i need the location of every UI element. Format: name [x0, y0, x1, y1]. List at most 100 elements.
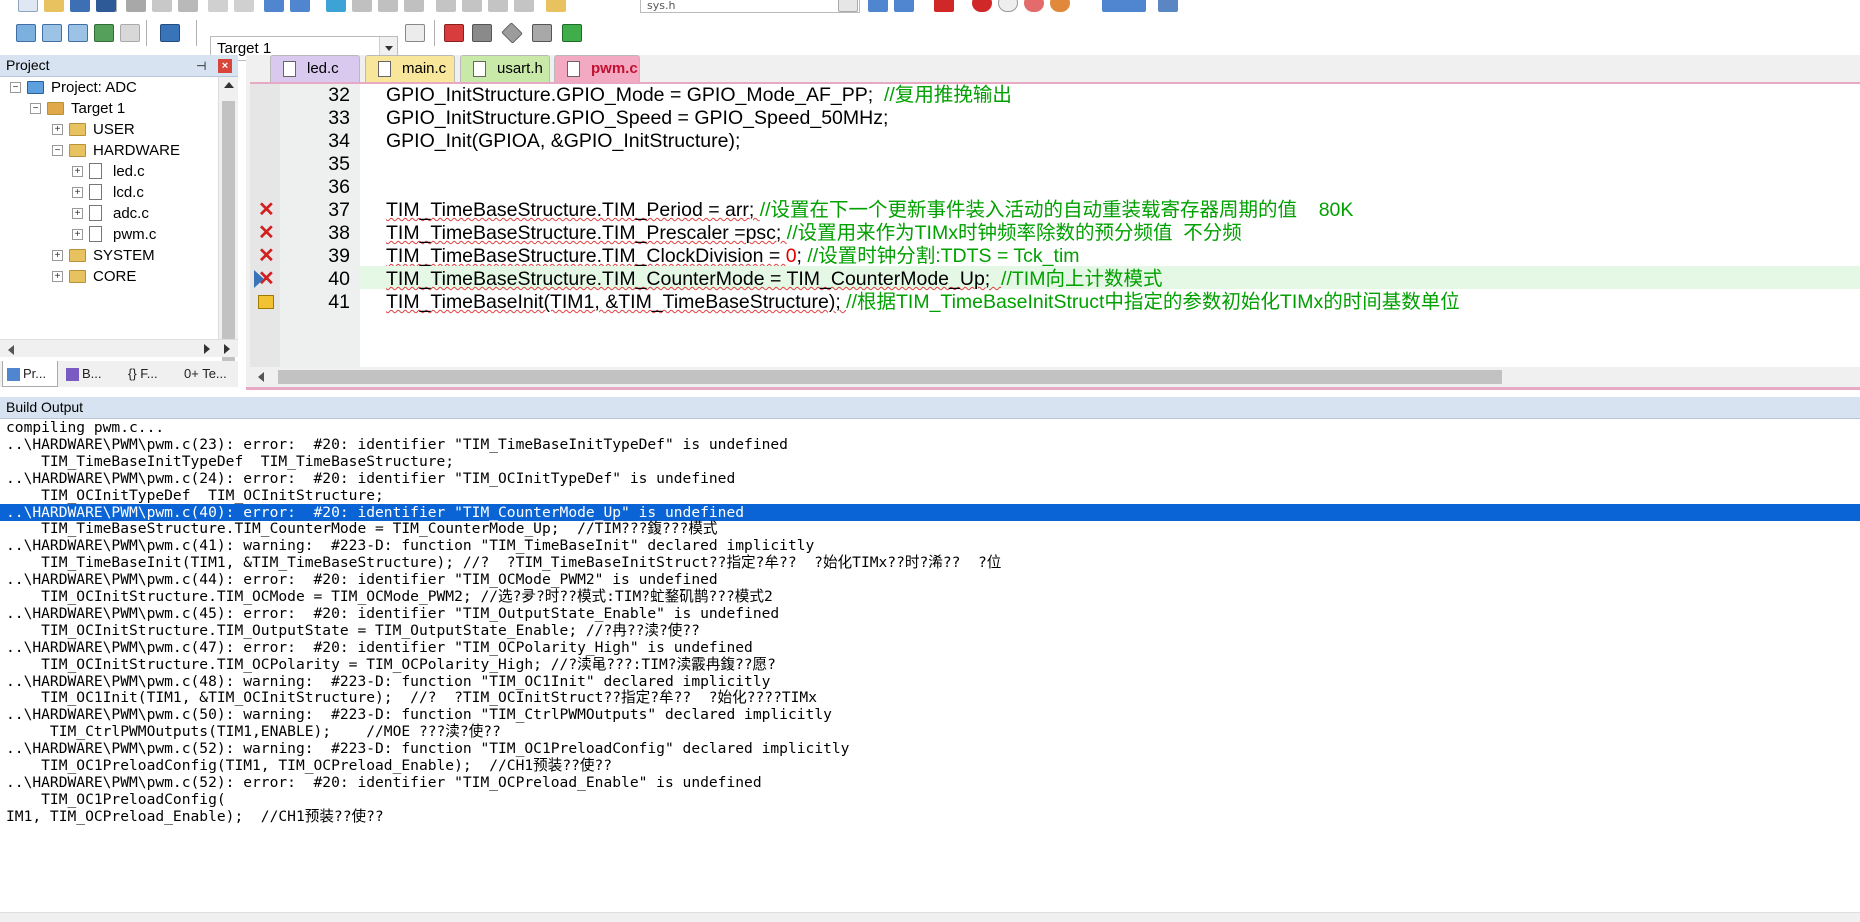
run-time-environment-icon[interactable] [562, 24, 582, 42]
expand-icon[interactable]: + [52, 271, 63, 282]
scroll-right-end-icon[interactable] [224, 344, 230, 354]
error-marker-icon[interactable]: ✕ [258, 200, 275, 220]
build-output-line[interactable]: ..\HARDWARE\PWM\pwm.c(50): warning: #223… [0, 706, 1860, 723]
build-output-line[interactable]: TIM_OC1Init(TIM1, &TIM_OCInitStructure);… [0, 689, 1860, 706]
batch-build-icon[interactable] [94, 24, 114, 42]
tree-item[interactable]: + pwm.c [0, 224, 218, 245]
build-output-line[interactable]: ..\HARDWARE\PWM\pwm.c(52): error: #20: i… [0, 774, 1860, 791]
code-line[interactable]: 41 TIM_TimeBaseInit(TIM1, &TIM_TimeBaseSt… [250, 289, 1860, 316]
build-output-line[interactable]: ..\HARDWARE\PWM\pwm.c(44): error: #20: i… [0, 571, 1860, 588]
scroll-left-icon[interactable] [8, 345, 14, 355]
code-editor[interactable]: 32 GPIO_InitStructure.GPIO_Mode = GPIO_Mo… [250, 82, 1860, 367]
breakpoint-kill-all-icon[interactable] [1050, 0, 1070, 12]
find-in-files-icon[interactable] [546, 0, 566, 12]
uncomment-icon[interactable] [514, 0, 534, 12]
build-output-line[interactable]: TIM_OCInitStructure.TIM_OCPolarity = TIM… [0, 656, 1860, 673]
debug-start-icon[interactable] [934, 0, 954, 12]
dropdown-arrow-icon[interactable] [838, 0, 858, 12]
build-output-line[interactable]: TIM_CtrlPWMOutputs(TIM1,ENABLE); //MOE ?… [0, 723, 1860, 740]
copy-icon[interactable] [152, 0, 172, 12]
bookmark-prev-icon[interactable] [352, 0, 372, 12]
close-icon[interactable]: × [218, 59, 232, 73]
scroll-thumb[interactable] [222, 101, 235, 363]
tree-item[interactable]: + SYSTEM [0, 245, 218, 266]
warning-marker-icon[interactable] [258, 295, 274, 309]
tree-item[interactable]: + USER [0, 119, 218, 140]
navigate-back-icon[interactable] [264, 0, 284, 12]
build-icon[interactable] [42, 24, 62, 42]
editor-tab[interactable]: led.c [270, 55, 360, 82]
expand-icon[interactable]: + [72, 166, 83, 177]
find-icon[interactable] [868, 0, 888, 12]
build-output[interactable]: compiling pwm.c... ..\HARDWARE\PWM\pwm.c(… [0, 419, 1860, 912]
build-output-line[interactable]: TIM_OCInitStructure.TIM_OutputState = TI… [0, 622, 1860, 639]
project-vertical-scrollbar[interactable] [218, 77, 238, 363]
find-combobox[interactable]: sys.h [640, 0, 860, 13]
scroll-thumb[interactable] [278, 370, 1502, 384]
pack-installer-icon[interactable] [532, 24, 552, 42]
bookmark-icon[interactable] [326, 0, 346, 12]
incremental-find-icon[interactable] [894, 0, 914, 12]
tree-item[interactable]: + led.c [0, 161, 218, 182]
build-output-line[interactable]: ..\HARDWARE\PWM\pwm.c(47): error: #20: i… [0, 639, 1860, 656]
tab-functions[interactable]: {} F... [124, 361, 180, 387]
pin-icon[interactable]: ⊣ [196, 59, 208, 73]
collapse-icon[interactable]: − [30, 103, 41, 114]
breakpoint-icon[interactable] [972, 0, 992, 12]
select-packs-icon[interactable] [472, 24, 492, 42]
build-output-line[interactable]: TIM_TimeBaseInitTypeDef TIM_TimeBaseStru… [0, 453, 1860, 470]
expand-icon[interactable]: + [72, 229, 83, 240]
new-file-icon[interactable] [18, 0, 38, 12]
unindent-icon[interactable] [462, 0, 482, 12]
tree-item[interactable]: + CORE [0, 266, 218, 287]
build-output-line[interactable]: TIM_OC1PreloadConfig(TIM1, TIM_OCPreload… [0, 757, 1860, 774]
collapse-icon[interactable]: − [10, 82, 21, 93]
expand-icon[interactable]: + [52, 250, 63, 261]
error-marker-icon[interactable]: ✕ [258, 246, 275, 266]
build-output-line[interactable]: ..\HARDWARE\PWM\pwm.c(24): error: #20: i… [0, 470, 1860, 487]
build-output-line[interactable]: ..\HARDWARE\PWM\pwm.c(41): warning: #223… [0, 537, 1860, 554]
target-options-icon[interactable] [405, 24, 425, 42]
build-output-line[interactable]: ..\HARDWARE\PWM\pwm.c(48): warning: #223… [0, 673, 1860, 690]
configure-icon[interactable] [1158, 0, 1178, 12]
build-output-line[interactable]: compiling pwm.c... [0, 419, 1860, 436]
cut-icon[interactable] [126, 0, 146, 12]
build-output-line[interactable]: ..\HARDWARE\PWM\pwm.c(23): error: #20: i… [0, 436, 1860, 453]
editor-tab[interactable]: pwm.c [554, 55, 640, 82]
collapse-icon[interactable]: − [52, 145, 63, 156]
build-output-line[interactable]: ..\HARDWARE\PWM\pwm.c(45): error: #20: i… [0, 605, 1860, 622]
tree-item[interactable]: + lcd.c [0, 182, 218, 203]
expand-icon[interactable]: + [72, 187, 83, 198]
indent-icon[interactable] [436, 0, 456, 12]
expand-icon[interactable]: + [52, 124, 63, 135]
build-output-line[interactable]: ..\HARDWARE\PWM\pwm.c(52): warning: #223… [0, 740, 1860, 757]
manage-rte-icon[interactable] [501, 22, 523, 44]
tree-item[interactable]: − Target 1 [0, 98, 218, 119]
tab-project[interactable]: Pr... [2, 361, 58, 387]
save-icon[interactable] [70, 0, 90, 12]
navigate-forward-icon[interactable] [290, 0, 310, 12]
translate-icon[interactable] [16, 24, 36, 42]
build-output-line[interactable]: ..\HARDWARE\PWM\pwm.c(40): error: #20: i… [0, 503, 1860, 521]
expand-icon[interactable]: + [72, 208, 83, 219]
build-output-line[interactable]: TIM_TimeBaseInit(TIM1, &TIM_TimeBaseStru… [0, 554, 1860, 571]
editor-tab[interactable]: main.c [365, 55, 455, 82]
build-output-line[interactable]: TIM_TimeBaseStructure.TIM_CounterMode = … [0, 520, 1860, 537]
scroll-right-icon[interactable] [204, 344, 210, 354]
error-marker-icon[interactable]: ✕ [258, 223, 275, 243]
tree-item[interactable]: − Project: ADC [0, 77, 218, 98]
editor-tab[interactable]: usart.h [460, 55, 550, 82]
scroll-left-icon[interactable] [258, 372, 264, 382]
download-icon[interactable] [160, 24, 180, 42]
build-output-line[interactable]: TIM_OCInitTypeDef TIM_OCInitStructure; [0, 487, 1860, 504]
scroll-up-icon[interactable] [224, 82, 234, 88]
breakpoint-kill-icon[interactable] [1024, 0, 1044, 12]
build-output-line[interactable]: IM1, TIM_OCPreload_Enable); //CH1预装??使?? [0, 808, 1860, 825]
paste-icon[interactable] [178, 0, 198, 12]
comment-icon[interactable] [488, 0, 508, 12]
manage-project-items-icon[interactable] [444, 24, 464, 42]
redo-icon[interactable] [234, 0, 254, 12]
tree-item[interactable]: − HARDWARE [0, 140, 218, 161]
project-horizontal-scrollbar[interactable] [0, 339, 238, 357]
tab-templates[interactable]: 0+ Te... [180, 361, 238, 387]
